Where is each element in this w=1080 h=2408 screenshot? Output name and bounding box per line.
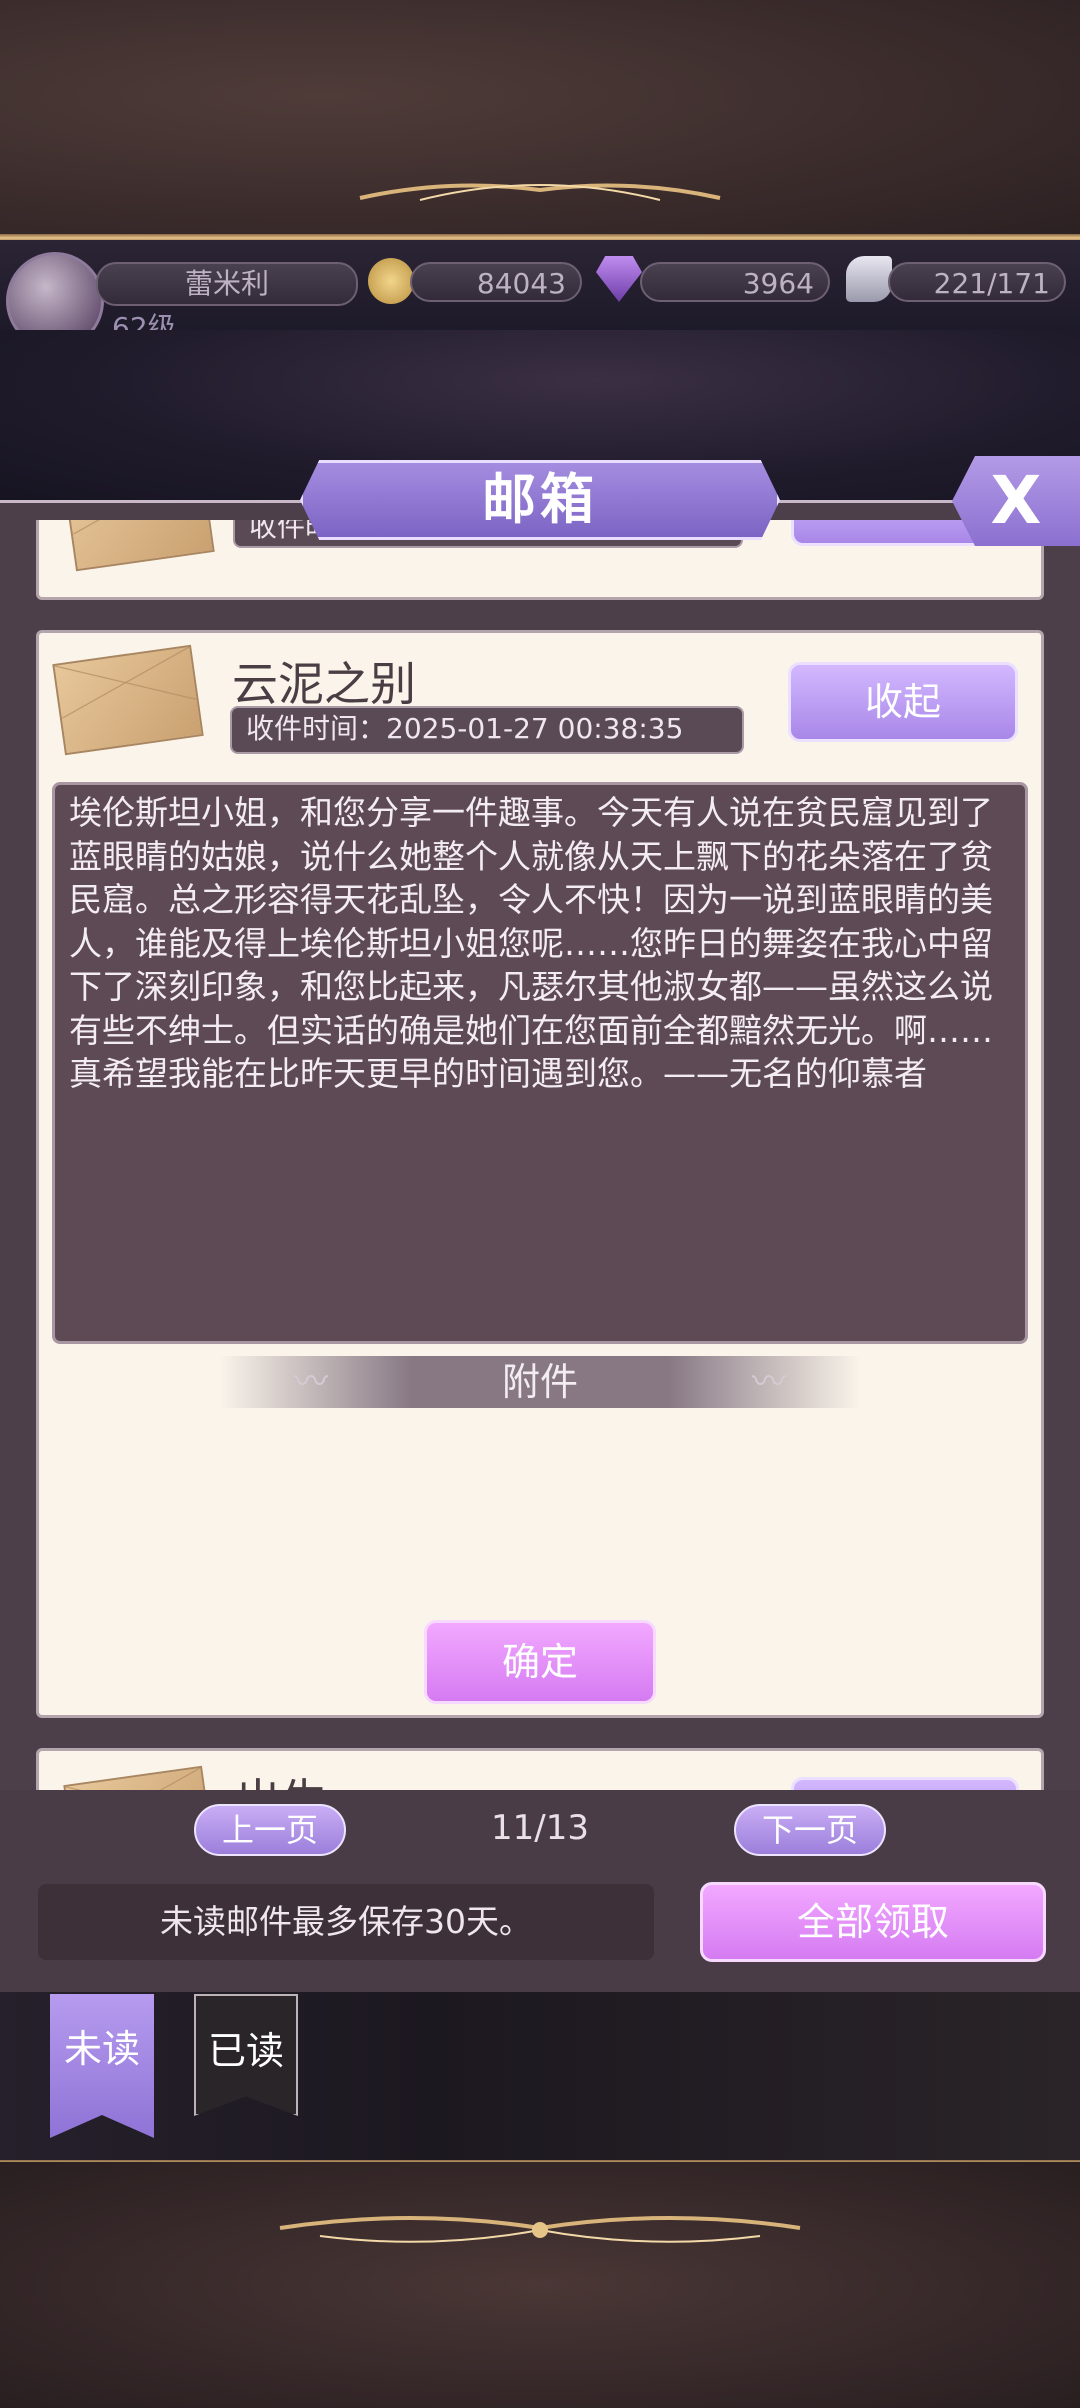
stamina-value: 221/171: [888, 262, 1066, 302]
player-name: 蕾米利: [96, 262, 358, 306]
crown-coin-icon: [368, 258, 414, 304]
top-ornament: [359, 183, 721, 201]
envelope-icon: [52, 644, 204, 756]
mail-title: 云泥之别: [232, 657, 416, 711]
close-icon: X: [990, 462, 1042, 539]
bottom-frame: [0, 2162, 1080, 2408]
retention-note: 未读邮件最多保存30天。: [38, 1884, 654, 1960]
received-time: 收件时间：2025-01-27 00:38:35: [230, 706, 744, 754]
mail-body: 埃伦斯坦小姐，和您分享一件趣事。今天有人说在贫民窟见到了蓝眼睛的姑娘，说什么她整…: [52, 782, 1028, 1344]
attachment-header: 〰 附件 〰: [220, 1356, 860, 1408]
attachment-label: 附件: [501, 1360, 578, 1404]
close-button[interactable]: X: [952, 456, 1080, 546]
mail-card-next[interactable]: 出生: [36, 1748, 1044, 1790]
mailbox-title: 邮箱: [300, 460, 780, 540]
swirl-right-icon: 〰: [752, 1362, 786, 1402]
gem-value: 3964: [640, 262, 830, 302]
coin-value: 84043: [410, 262, 582, 302]
claim-all-button[interactable]: 全部领取: [700, 1882, 1046, 1962]
crystal-slipper-icon: [846, 256, 892, 302]
next-page-button[interactable]: 下一页: [734, 1804, 886, 1856]
page-indicator: 11/13: [491, 1808, 589, 1848]
bottom-ornament: [279, 2216, 801, 2243]
envelope-icon: [63, 520, 215, 572]
collapse-button[interactable]: 收起: [788, 662, 1018, 742]
swirl-left-icon: 〰: [294, 1362, 328, 1402]
mail-title-next: 出生: [235, 1765, 327, 1790]
collapse-button-next[interactable]: [791, 1777, 1019, 1790]
tab-strip: [0, 1992, 1080, 2162]
prev-page-button[interactable]: 上一页: [194, 1804, 346, 1856]
envelope-icon: [63, 1765, 215, 1790]
confirm-button[interactable]: 确定: [424, 1620, 656, 1704]
